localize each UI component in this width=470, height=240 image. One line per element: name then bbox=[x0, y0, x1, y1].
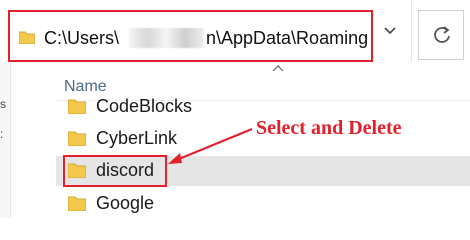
refresh-button[interactable] bbox=[418, 10, 464, 60]
nav-marker: : bbox=[0, 127, 4, 141]
redacted-username bbox=[129, 28, 204, 48]
address-path-box[interactable]: C:\Users\ n\AppData\Roaming bbox=[8, 10, 373, 62]
refresh-icon bbox=[434, 26, 450, 43]
list-item[interactable]: Google bbox=[56, 189, 470, 219]
list-item-label: Google bbox=[96, 193, 155, 213]
path-suffix: n\AppData\Roaming bbox=[206, 28, 369, 48]
navigation-pane[interactable]: s : bbox=[0, 63, 11, 218]
annotation-arrow-icon bbox=[168, 127, 253, 164]
folder-icon bbox=[68, 131, 86, 146]
sort-ascending-icon bbox=[272, 65, 284, 72]
list-item[interactable]: CodeBlocks bbox=[56, 92, 470, 116]
list-item-label: CodeBlocks bbox=[96, 96, 193, 116]
path-prefix: C:\Users\ bbox=[44, 28, 120, 48]
nav-marker: s bbox=[0, 97, 6, 111]
highlight-box bbox=[63, 155, 167, 187]
folder-icon bbox=[68, 196, 86, 211]
annotation-text: Select and Delete bbox=[256, 117, 402, 139]
folder-icon bbox=[68, 99, 86, 114]
folder-icon bbox=[19, 31, 35, 44]
chevron-down-icon[interactable] bbox=[380, 20, 400, 40]
address-bar: C:\Users\ n\AppData\Roaming bbox=[0, 0, 412, 62]
